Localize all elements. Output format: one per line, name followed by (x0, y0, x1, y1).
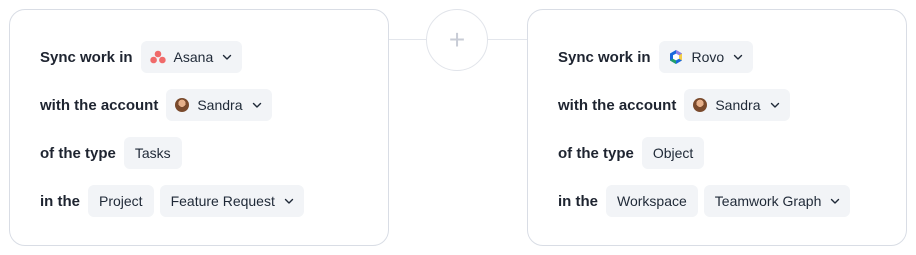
type-label: of the type (40, 144, 116, 162)
container-type-value: Workspace (617, 193, 687, 209)
app-select[interactable]: Rovo (658, 41, 754, 73)
container-value: Feature Request (170, 193, 275, 209)
container-type-value: Project (99, 193, 143, 209)
account-row: with the account Sandra (40, 89, 278, 121)
source-sync-panel: Sync work in Asana with the account Sand… (9, 9, 389, 246)
avatar (693, 98, 708, 112)
target-sync-panel: Sync work in Rovo with the account Sandr… (527, 9, 907, 246)
chevron-down-icon (769, 99, 781, 111)
chevron-down-icon (732, 51, 744, 63)
account-value: Sandra (715, 97, 761, 113)
app-value: Rovo (691, 49, 725, 65)
container-type-select[interactable]: Workspace (606, 185, 698, 217)
connector-line-right (488, 39, 527, 40)
type-value: Tasks (134, 145, 171, 161)
app-row: Sync work in Asana (40, 41, 248, 73)
account-label: with the account (40, 96, 159, 114)
type-label: of the type (558, 144, 634, 162)
avatar (175, 98, 190, 112)
chevron-down-icon (283, 195, 295, 207)
type-select[interactable]: Object (641, 137, 705, 169)
container-row: in the Project Feature Request (40, 185, 310, 217)
app-label: Sync work in (40, 48, 133, 66)
account-label: with the account (558, 96, 677, 114)
account-row: with the account Sandra (558, 89, 796, 121)
container-value: Teamwork Graph (714, 193, 822, 209)
chevron-down-icon (251, 99, 263, 111)
connector-line-left (389, 39, 427, 40)
chevron-down-icon (829, 195, 841, 207)
add-connection-button[interactable]: + (426, 9, 488, 71)
account-select[interactable]: Sandra (684, 89, 790, 121)
container-label: in the (40, 192, 80, 210)
container-label: in the (558, 192, 598, 210)
account-value: Sandra (197, 97, 243, 113)
type-row: of the type Tasks (40, 137, 188, 169)
type-row: of the type Object (558, 137, 710, 169)
asana-logo-icon (149, 50, 166, 64)
account-select[interactable]: Sandra (166, 89, 272, 121)
app-label: Sync work in (558, 48, 651, 66)
app-select[interactable]: Asana (140, 41, 243, 73)
container-row: in the Workspace Teamwork Graph (558, 185, 856, 217)
app-value: Asana (173, 49, 214, 65)
chevron-down-icon (221, 51, 233, 63)
container-type-select[interactable]: Project (88, 185, 154, 217)
type-value: Object (652, 145, 694, 161)
rovo-logo-icon (668, 49, 684, 65)
container-select[interactable]: Teamwork Graph (703, 185, 851, 217)
plus-icon: + (448, 24, 466, 55)
type-select[interactable]: Tasks (123, 137, 182, 169)
app-row: Sync work in Rovo (558, 41, 759, 73)
container-select[interactable]: Feature Request (159, 185, 304, 217)
